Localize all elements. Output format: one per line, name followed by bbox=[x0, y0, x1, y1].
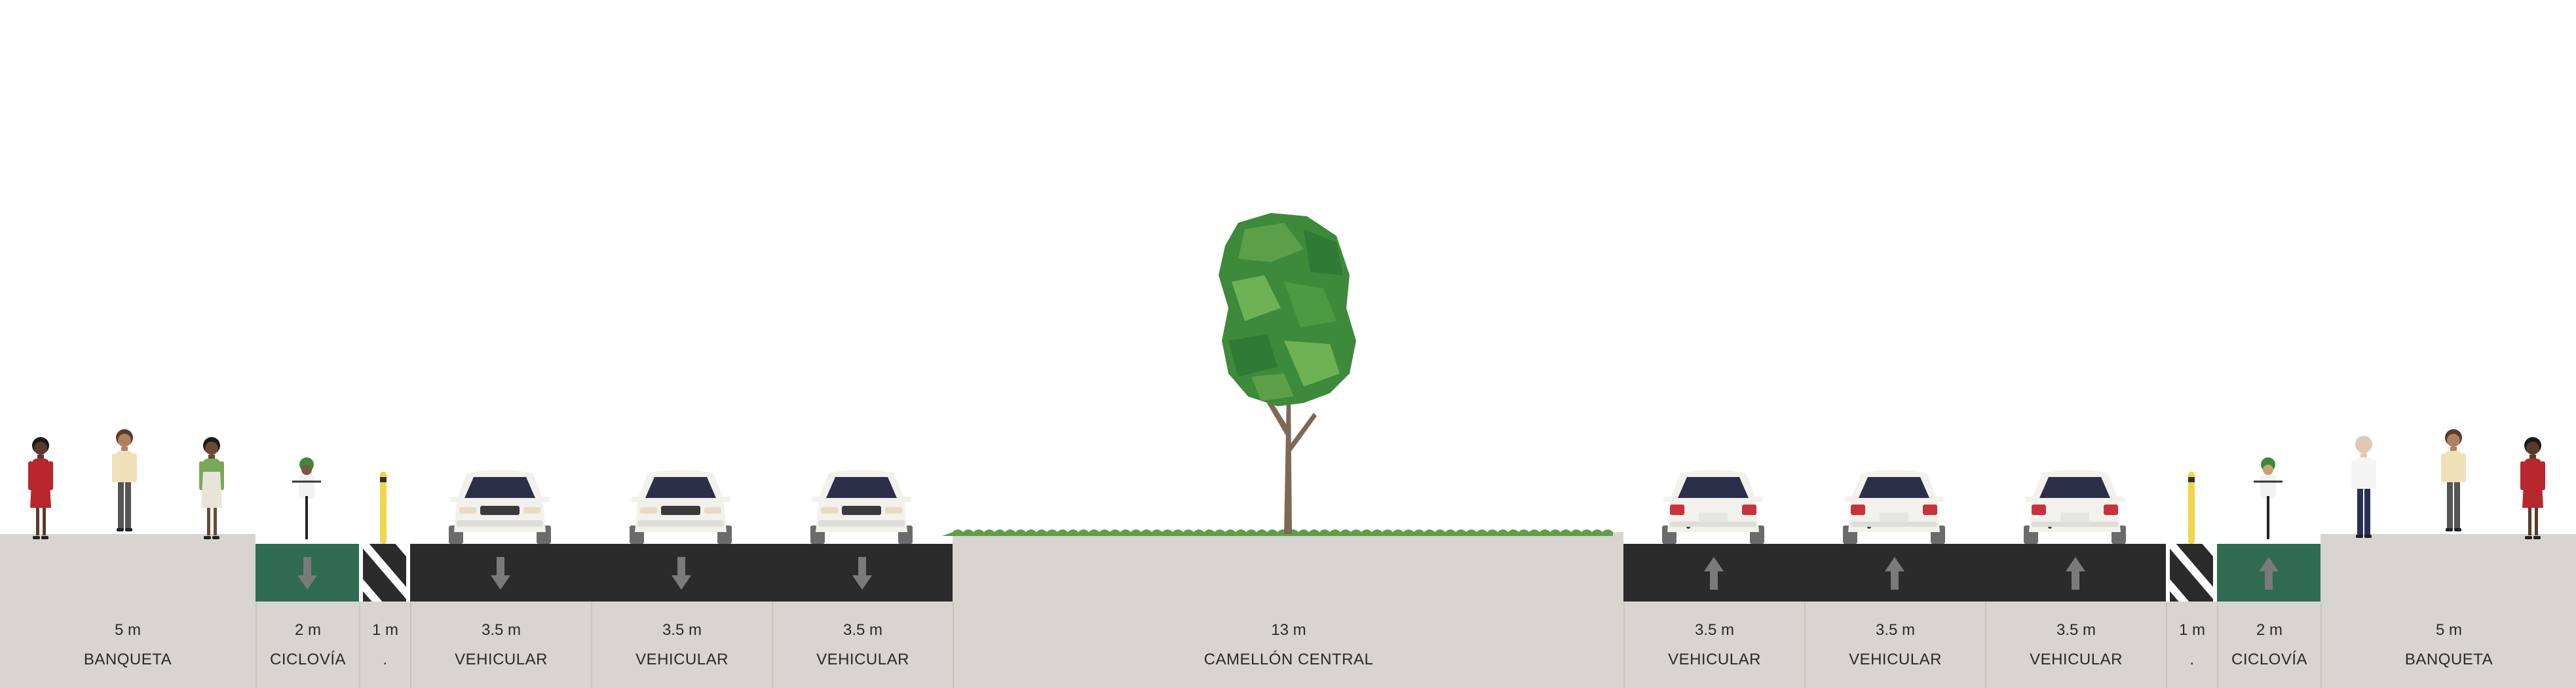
segment-label-lane-right-1: 3.5 m VEHICULAR bbox=[1623, 602, 1804, 688]
segment-width: 3.5 m bbox=[481, 621, 521, 639]
bollard-icon bbox=[2188, 472, 2195, 544]
grass-strip bbox=[942, 529, 1613, 536]
segment-width: 1 m bbox=[371, 621, 398, 639]
segment-name: VEHICULAR bbox=[816, 651, 909, 668]
car-front-icon bbox=[630, 470, 732, 544]
segment-label-sidewalk-right: 5 m BANQUETA bbox=[2320, 602, 2576, 688]
segment-width: 2 m bbox=[294, 621, 321, 639]
car-rear-icon bbox=[2024, 470, 2126, 544]
pedestrian-icon bbox=[28, 437, 53, 539]
segment-name: VEHICULAR bbox=[635, 651, 729, 668]
bollard-icon bbox=[380, 472, 387, 544]
street-section-drawing bbox=[0, 213, 2576, 688]
segment-width: 5 m bbox=[2435, 621, 2462, 639]
cyclist-icon bbox=[292, 457, 321, 539]
pedestrian-icon bbox=[112, 429, 137, 531]
segment-label-buffer-left: 1 m . bbox=[359, 602, 410, 688]
segment-width: 2 m bbox=[2256, 621, 2282, 639]
car-front-icon bbox=[449, 470, 551, 544]
segment-width: 1 m bbox=[2178, 621, 2205, 639]
segment-name: CAMELLÓN CENTRAL bbox=[1203, 651, 1374, 668]
segment-label-sidewalk-left: 5 m BANQUETA bbox=[0, 602, 256, 688]
pedestrian-icon bbox=[199, 437, 224, 539]
segment-width: 3.5 m bbox=[843, 621, 883, 639]
segment-label-bike-lane-left: 2 m CICLOVÍA bbox=[256, 602, 359, 688]
segment-label-bike-lane-right: 2 m CICLOVÍA bbox=[2217, 602, 2320, 688]
tree-icon bbox=[1219, 213, 1356, 534]
segment-name: VEHICULAR bbox=[2030, 651, 2123, 668]
cyclist-icon bbox=[2254, 457, 2282, 539]
segment-label-lane-right-2: 3.5 m VEHICULAR bbox=[1804, 602, 1985, 688]
segment-name: VEHICULAR bbox=[455, 651, 548, 668]
segment-label-lane-left-2: 3.5 m VEHICULAR bbox=[591, 602, 772, 688]
segment-name: BANQUETA bbox=[83, 651, 172, 668]
median-surface bbox=[953, 532, 1623, 602]
segment-label-median: 13 m CAMELLÓN CENTRAL bbox=[953, 602, 1623, 688]
segment-width: 3.5 m bbox=[662, 621, 702, 639]
pedestrian-icon bbox=[2351, 436, 2376, 538]
segment-name: . bbox=[2189, 651, 2195, 668]
pedestrian-icon bbox=[2520, 437, 2545, 539]
pedestrian-icon bbox=[2441, 429, 2466, 531]
car-front-icon bbox=[810, 470, 913, 544]
segment-name: CICLOVÍA bbox=[2231, 651, 2308, 668]
segment-width: 3.5 m bbox=[1875, 621, 1916, 639]
segment-width: 13 m bbox=[1271, 621, 1306, 639]
segment-width: 3.5 m bbox=[1694, 621, 1735, 639]
segment-width: 3.5 m bbox=[2056, 621, 2096, 639]
segment-name: BANQUETA bbox=[2404, 651, 2493, 668]
segment-width: 5 m bbox=[114, 621, 141, 639]
segment-label-lane-right-3: 3.5 m VEHICULAR bbox=[1985, 602, 2166, 688]
car-rear-icon bbox=[1662, 470, 1764, 544]
segment-label-lane-left-1: 3.5 m VEHICULAR bbox=[410, 602, 591, 688]
segment-label-lane-left-3: 3.5 m VEHICULAR bbox=[772, 602, 953, 688]
segment-name: CICLOVÍA bbox=[269, 651, 347, 668]
segment-label-buffer-right: 1 m . bbox=[2166, 602, 2217, 688]
car-rear-icon bbox=[1843, 470, 1945, 544]
segment-name: . bbox=[383, 651, 388, 668]
segment-name: VEHICULAR bbox=[1668, 651, 1761, 668]
segment-name: VEHICULAR bbox=[1849, 651, 1942, 668]
